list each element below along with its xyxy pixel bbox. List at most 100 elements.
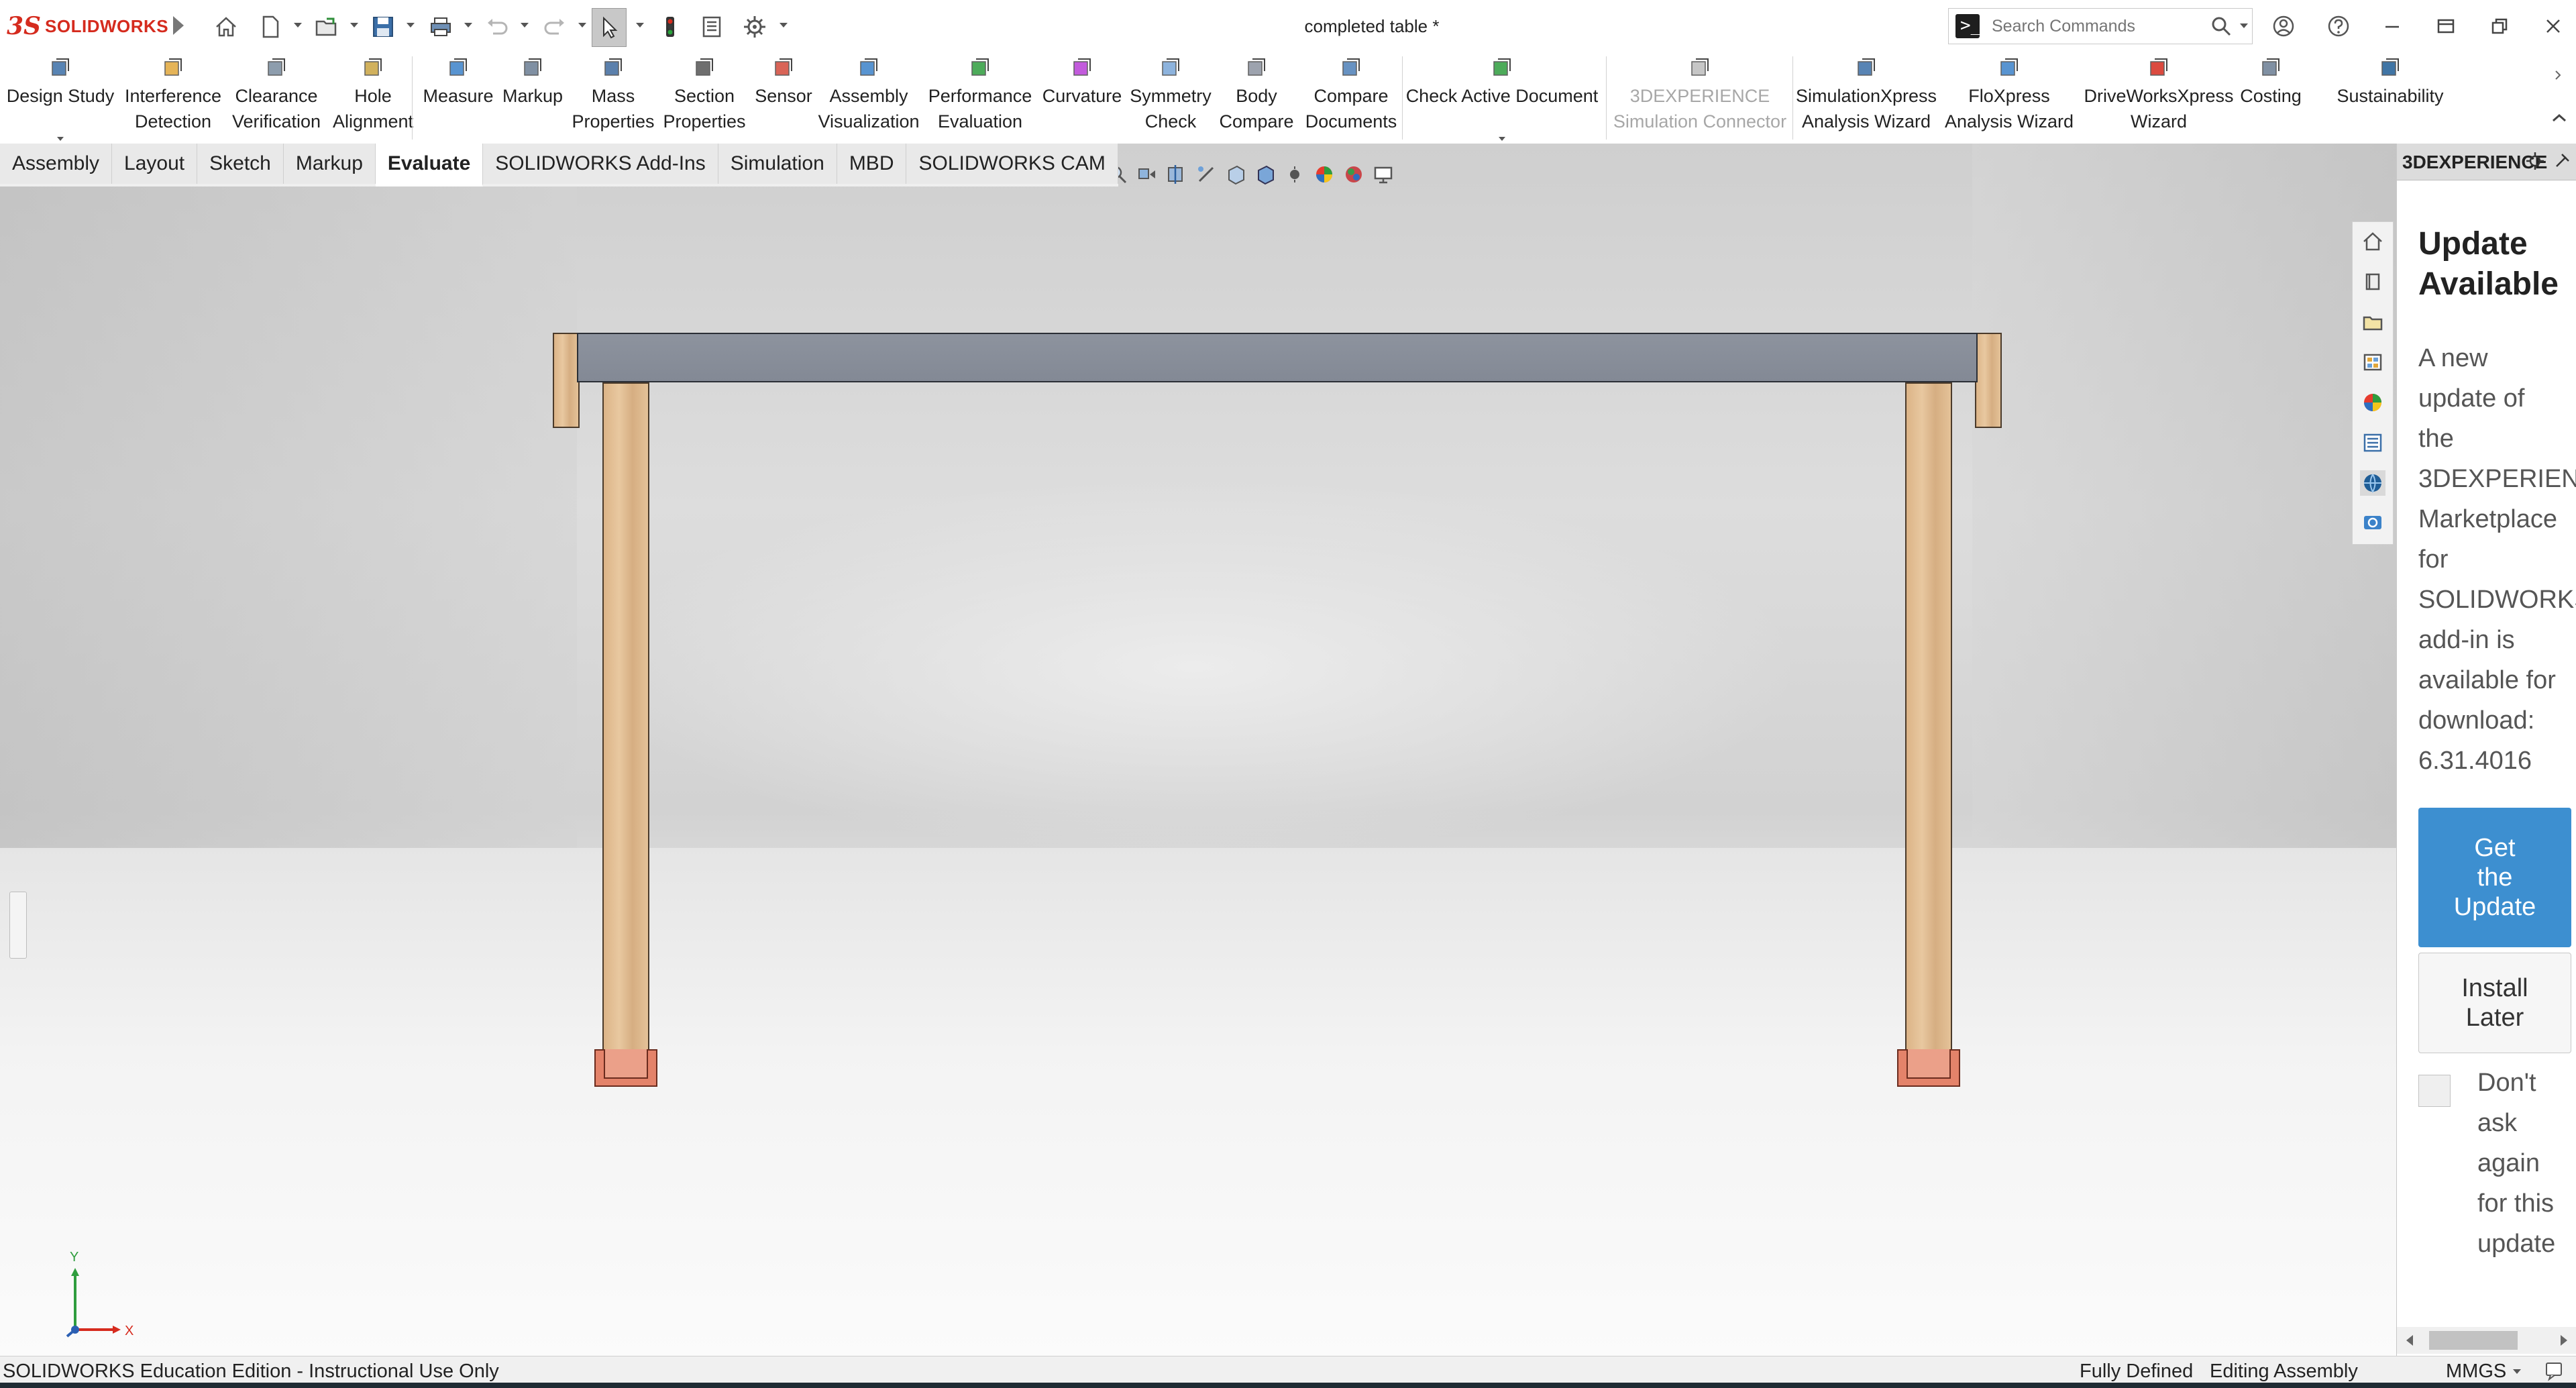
file-properties-button[interactable] (696, 8, 727, 46)
redo-dropdown[interactable] (578, 23, 586, 28)
body-compare-button[interactable]: Body Compare (1213, 52, 1300, 144)
markup-button[interactable]: Markup (492, 52, 573, 144)
unit-system-dropdown[interactable] (2513, 1369, 2521, 1374)
tab-mbd[interactable]: MBD (837, 144, 907, 184)
3dexperience-simulation-connector-button[interactable]: 3DEXPERIENCE Simulation Connector (1609, 52, 1791, 144)
horizontal-scrollbar[interactable] (2397, 1327, 2576, 1354)
new-document-button[interactable] (255, 8, 286, 46)
table-apron-left[interactable] (553, 333, 580, 428)
symmetry-check-button[interactable]: Symmetry Check (1124, 52, 1217, 144)
options-dropdown[interactable] (780, 23, 788, 28)
table-foot-left[interactable] (594, 1049, 657, 1087)
section-properties-button[interactable]: Section Properties (660, 52, 749, 144)
pin-icon[interactable] (2553, 150, 2573, 170)
sensor-button[interactable]: Sensor (750, 52, 817, 144)
tab-solidworks-cam[interactable]: SOLIDWORKS CAM (906, 144, 1118, 184)
previous-view-icon[interactable] (1135, 162, 1159, 186)
display-style-icon[interactable] (1253, 162, 1277, 186)
open-dropdown[interactable] (350, 23, 358, 28)
dropdown-arrow-icon[interactable] (1499, 137, 1505, 141)
options-button[interactable] (739, 8, 770, 46)
design-library-tab[interactable] (2360, 269, 2385, 295)
view-orientation-icon[interactable] (1224, 162, 1248, 186)
compare-documents-button[interactable]: Compare Documents (1301, 52, 1401, 144)
minimize-button[interactable] (2373, 9, 2411, 43)
get-the-update-button[interactable]: Get the Update (2418, 808, 2571, 947)
home-button[interactable] (211, 8, 241, 46)
scroll-right-arrow-icon[interactable] (2561, 1335, 2567, 1346)
3dexperience-marketplace-tab[interactable] (2360, 470, 2385, 496)
gear-icon[interactable] (2524, 150, 2546, 172)
select-dropdown[interactable] (636, 23, 644, 28)
appearances-tab[interactable] (2360, 390, 2385, 415)
undo-button[interactable] (482, 8, 513, 46)
redo-button[interactable] (539, 8, 570, 46)
solidworks-logo[interactable]: 3S SOLIDWORKS (7, 12, 168, 40)
edit-appearance-icon[interactable] (1312, 162, 1336, 186)
curvature-button[interactable]: Curvature (1038, 52, 1126, 144)
costing-button[interactable]: Costing (2234, 52, 2308, 144)
menu-expand-arrow-icon[interactable] (173, 16, 184, 35)
new-document-dropdown[interactable] (294, 23, 302, 28)
dynamic-annotation-icon[interactable] (1194, 162, 1218, 186)
print-dropdown[interactable] (464, 23, 472, 28)
close-button[interactable] (2534, 9, 2572, 43)
table-top[interactable] (577, 333, 1978, 382)
save-dropdown[interactable] (407, 23, 415, 28)
dont-ask-again-checkbox[interactable] (2418, 1075, 2451, 1107)
undo-dropdown[interactable] (521, 23, 529, 28)
table-apron-right[interactable] (1975, 333, 2002, 428)
file-explorer-tab[interactable] (2360, 309, 2385, 335)
search-icon[interactable] (2210, 15, 2232, 37)
unit-system-selector[interactable]: MMGS (2446, 1358, 2506, 1385)
help-button[interactable] (2320, 9, 2357, 43)
install-later-button[interactable]: Install Later (2418, 953, 2571, 1053)
section-view-icon[interactable] (1165, 162, 1189, 186)
search-dropdown[interactable] (2240, 23, 2248, 28)
restore-button[interactable] (2481, 9, 2518, 43)
view-settings-icon[interactable] (1371, 162, 1395, 186)
tab-evaluate[interactable]: Evaluate (375, 144, 484, 186)
mass-properties-button[interactable]: Mass Properties (569, 52, 657, 144)
ribbon-collapse-icon[interactable] (2549, 66, 2569, 133)
driveworksxpress-button[interactable]: DriveWorksXpress Wizard (2078, 52, 2239, 144)
apply-scene-icon[interactable] (1342, 162, 1366, 186)
scroll-left-arrow-icon[interactable] (2406, 1335, 2413, 1346)
view-palette-tab[interactable] (2360, 350, 2385, 375)
sustainability-button[interactable]: Sustainability (2328, 52, 2453, 144)
open-button[interactable] (311, 8, 342, 46)
tile-window-button[interactable] (2427, 9, 2465, 43)
tab-layout[interactable]: Layout (112, 144, 198, 184)
scrollbar-thumb[interactable] (2429, 1331, 2518, 1350)
performance-evaluation-button[interactable]: Performance Evaluation (926, 52, 1034, 144)
table-leg-right[interactable] (1905, 382, 1952, 1073)
rebuild-button[interactable] (655, 8, 686, 46)
tab-markup[interactable]: Markup (283, 144, 376, 184)
check-active-document-button[interactable]: Check Active Document (1399, 52, 1605, 144)
measure-button[interactable]: Measure (420, 52, 496, 144)
custom-properties-tab[interactable] (2360, 430, 2385, 456)
simulationxpress-button[interactable]: SimulationXpress Analysis Wizard (1794, 52, 1939, 144)
search-input[interactable] (1990, 14, 2194, 38)
select-button[interactable] (592, 8, 627, 47)
tab-assembly[interactable]: Assembly (0, 144, 113, 184)
account-button[interactable] (2265, 9, 2302, 43)
hole-alignment-button[interactable]: Hole Alignment (333, 52, 413, 144)
graphics-area[interactable]: Y X (0, 144, 2396, 1356)
interference-detection-button[interactable]: Interference Detection (121, 52, 225, 144)
save-button[interactable] (368, 8, 398, 46)
table-leg-left[interactable] (602, 382, 649, 1073)
table-foot-right[interactable] (1897, 1049, 1960, 1087)
hide-show-items-icon[interactable] (1283, 162, 1307, 186)
dropdown-arrow-icon[interactable] (57, 137, 64, 141)
tab-simulation[interactable]: Simulation (718, 144, 837, 184)
solidworks-forum-tab[interactable] (2360, 511, 2385, 536)
clearance-verification-button[interactable]: Clearance Verification (227, 52, 326, 144)
tab-solidworks-add-ins[interactable]: SOLIDWORKS Add-Ins (483, 144, 718, 184)
print-button[interactable] (425, 8, 456, 46)
floxpress-button[interactable]: FloXpress Analysis Wizard (1941, 52, 2077, 144)
tab-sketch[interactable]: Sketch (197, 144, 284, 184)
design-study-button[interactable]: Design Study (0, 52, 121, 144)
solidworks-resources-tab[interactable] (2360, 229, 2385, 254)
search-commands-box[interactable]: >_ (1948, 8, 2253, 44)
